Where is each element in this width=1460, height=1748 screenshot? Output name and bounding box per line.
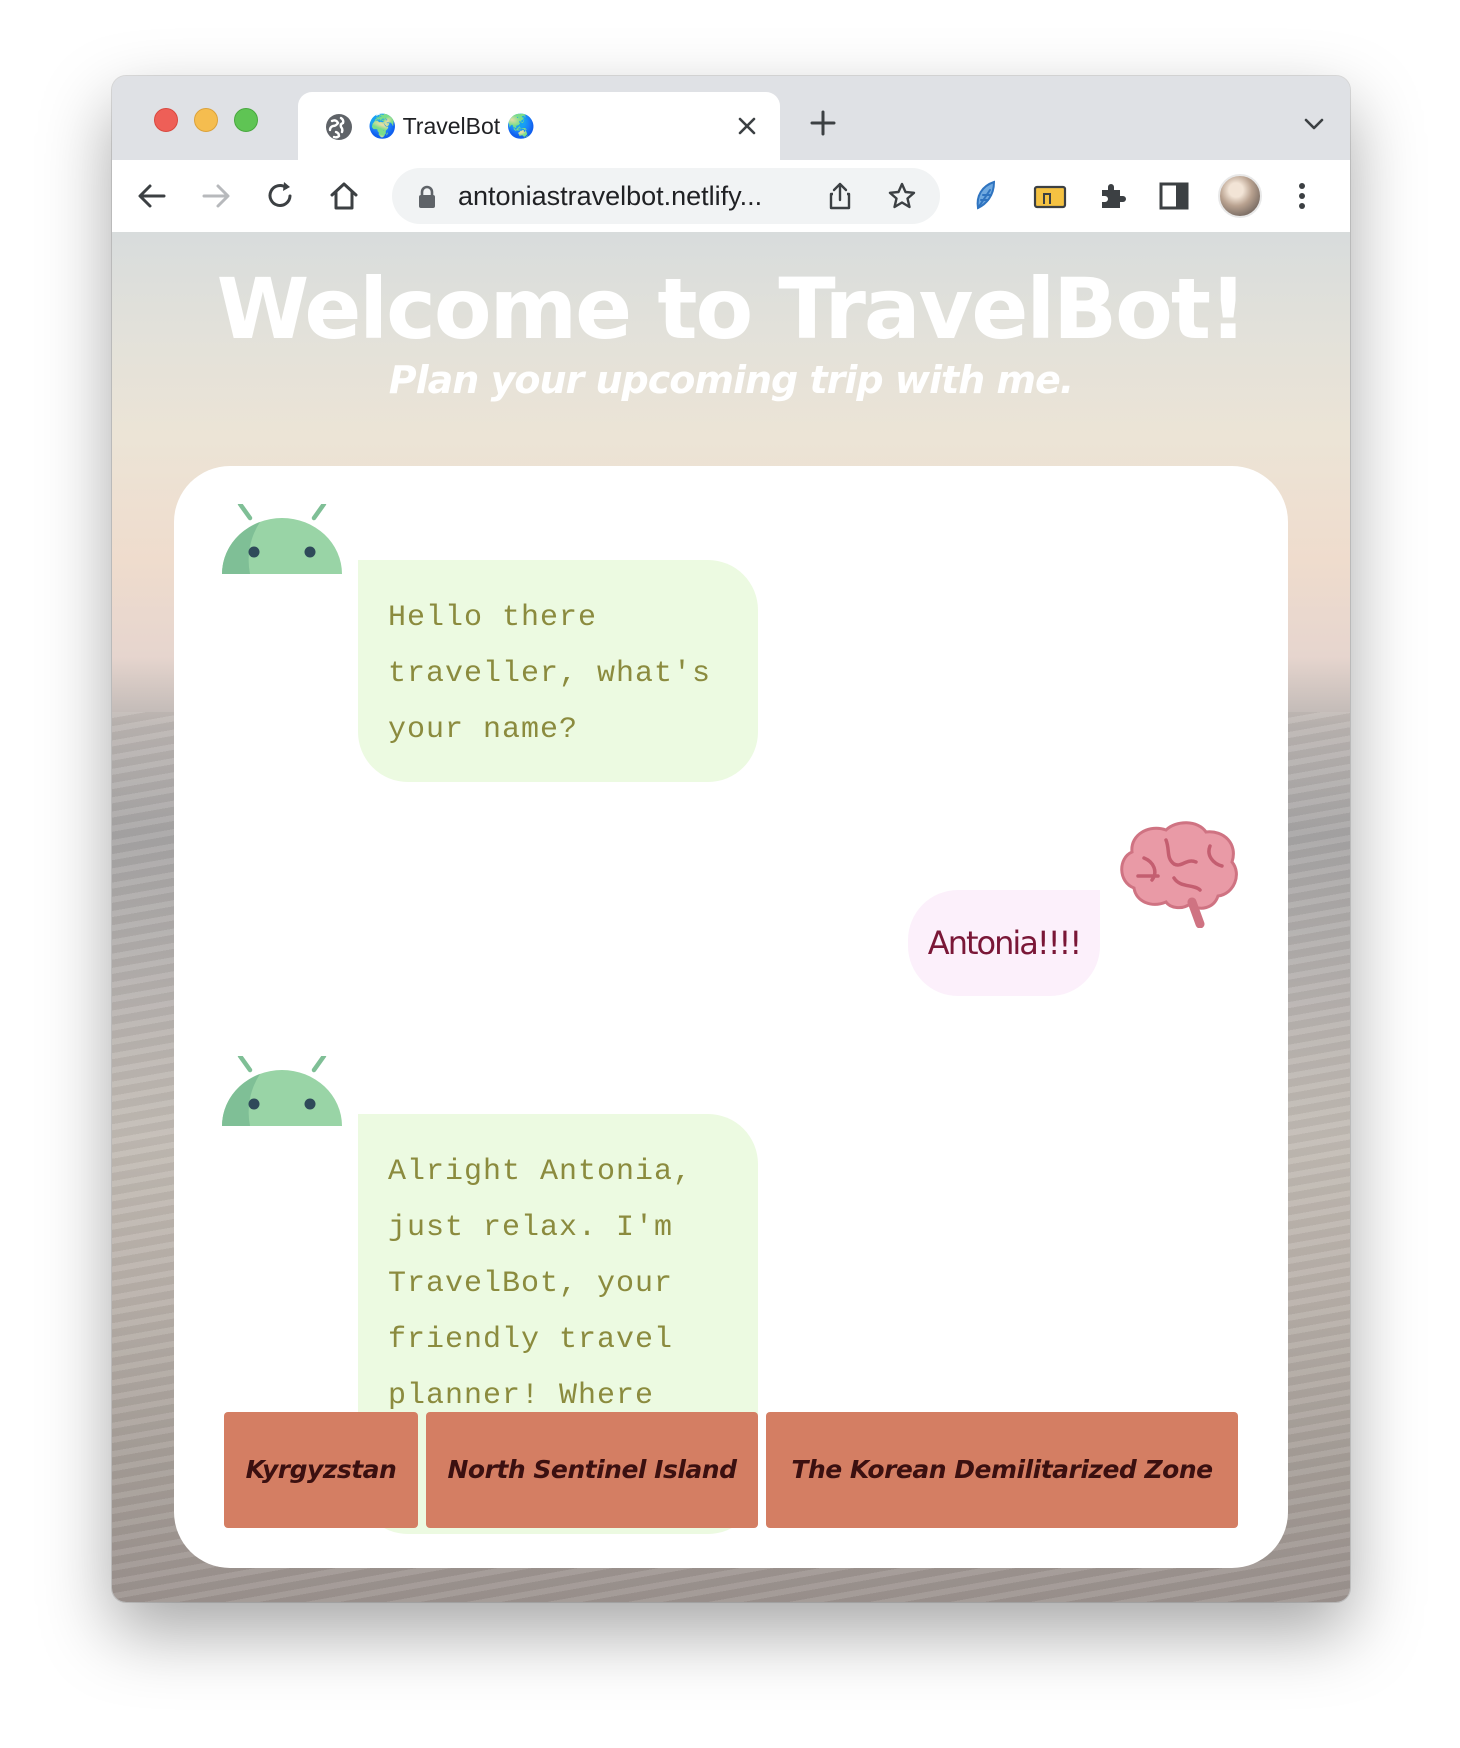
brain-icon — [1120, 821, 1238, 928]
extension-folder-icon[interactable] — [1032, 178, 1068, 214]
close-tab-icon[interactable] — [732, 111, 762, 141]
extension-feather-icon[interactable] — [968, 178, 1004, 214]
page-content: Welcome to TravelBot! Plan your upcoming… — [112, 232, 1350, 1602]
browser-toolbar: antoniastravelbot.netlify... — [112, 160, 1350, 232]
option-korean-dmz-button[interactable]: The Korean Demilitarized Zone — [766, 1412, 1238, 1528]
back-arrow-icon[interactable] — [134, 178, 170, 214]
tab-title: 🌍 TravelBot 🌏 — [368, 113, 536, 139]
bookmark-star-icon[interactable] — [886, 180, 918, 212]
url-text[interactable]: antoniastravelbot.netlify... — [458, 180, 762, 212]
page-title: Welcome to TravelBot! — [216, 260, 1248, 358]
share-icon[interactable] — [824, 180, 856, 212]
forward-arrow-icon[interactable] — [198, 178, 234, 214]
maximize-window-button[interactable] — [234, 108, 258, 132]
chevron-down-icon[interactable] — [1302, 112, 1326, 136]
extensions-puzzle-icon[interactable] — [1094, 178, 1130, 214]
option-kyrgyzstan-button[interactable]: Kyrgyzstan — [224, 1412, 418, 1528]
destination-options: Kyrgyzstan North Sentinel Island The Kor… — [224, 1412, 1238, 1528]
new-tab-icon[interactable] — [808, 108, 838, 138]
home-icon[interactable] — [326, 178, 362, 214]
chat-message-bot: Hello there traveller, what's your name? — [358, 560, 758, 782]
minimize-window-button[interactable] — [194, 108, 218, 132]
address-bar[interactable]: antoniastravelbot.netlify... — [392, 168, 940, 224]
globe-icon — [326, 114, 352, 140]
browser-window: 🌍 TravelBot 🌏 antoniastravelbot.netlify.… — [112, 76, 1350, 1602]
close-window-button[interactable] — [154, 108, 178, 132]
profile-avatar[interactable] — [1218, 174, 1262, 218]
android-robot-icon — [222, 1056, 342, 1126]
reload-icon[interactable] — [262, 178, 298, 214]
option-north-sentinel-island-button[interactable]: North Sentinel Island — [426, 1412, 758, 1528]
chat-message-user: Antonia!!!! — [908, 890, 1100, 996]
more-menu-icon[interactable] — [1284, 178, 1320, 214]
side-panel-icon[interactable] — [1156, 178, 1192, 214]
page-subtitle: Plan your upcoming trip with me. — [388, 358, 1074, 402]
android-robot-icon — [222, 504, 342, 574]
tab-strip: 🌍 TravelBot 🌏 — [112, 76, 1350, 160]
browser-tab-travelbot[interactable]: 🌍 TravelBot 🌏 — [298, 92, 780, 160]
lock-icon[interactable] — [416, 185, 438, 209]
chat-card: Hello there traveller, what's your name?… — [174, 466, 1288, 1568]
